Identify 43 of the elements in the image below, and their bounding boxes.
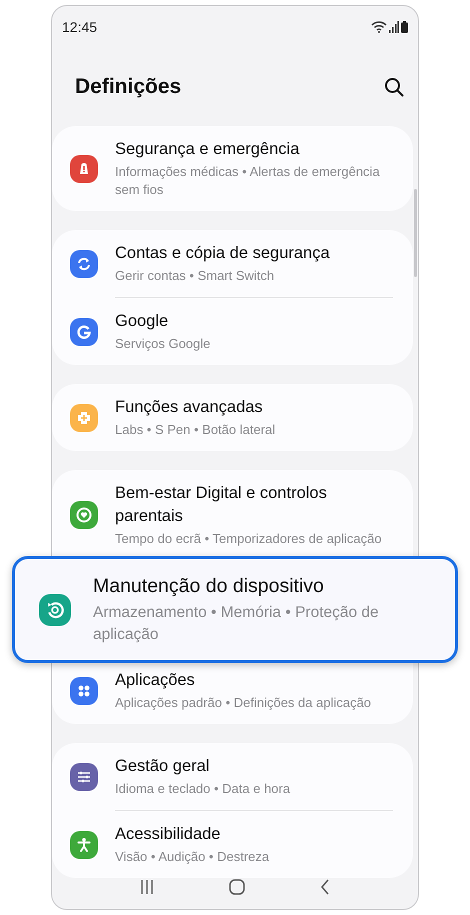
g-letter-icon <box>70 318 98 346</box>
item-title: Google <box>115 311 170 332</box>
highlighted-settings-item[interactable]: Manutenção do dispositivo Armazenamento • Memória • Proteção de aplicação <box>12 556 458 663</box>
item-title: Acessibilidade <box>115 824 222 845</box>
sliders-icon <box>70 762 98 790</box>
settings-item[interactable]: Contas e cópia de segurança Gerir contas • Smart Switch <box>52 230 413 297</box>
page-title: Definições <box>75 75 182 99</box>
item-subtitle: Armazenamento • Memória • Proteção de aplicação <box>93 603 380 645</box>
item-subtitle: Labs • S Pen • Botão lateral <box>115 421 276 439</box>
recent-apps-icon[interactable] <box>138 879 155 895</box>
settings-item[interactable]: Gestão geral Idioma e teclado • Data e hora <box>52 743 413 810</box>
signal-icon <box>389 21 399 33</box>
item-title: Funções avançadas <box>115 397 264 418</box>
battery-icon <box>401 21 408 33</box>
person-icon <box>70 830 98 858</box>
settings-item[interactable]: Acessibilidade Visão • Audição • Destreza <box>52 811 413 878</box>
item-title: Manutenção do dispositivo <box>93 574 325 599</box>
item-title: Bem-estar Digital e controlos parentais <box>115 483 328 527</box>
status-time: 12:45 <box>62 19 98 35</box>
grid-dots-icon <box>70 676 98 704</box>
search-icon[interactable] <box>382 75 406 99</box>
item-title: Contas e cópia de segurança <box>115 243 330 264</box>
item-title: Aplicações <box>115 670 196 691</box>
item-subtitle: Visão • Audição • Destreza <box>115 848 270 866</box>
settings-item[interactable]: Segurança e emergência Informações médicas • Alertas de emergência sem fios <box>52 126 413 211</box>
item-subtitle: Idioma e teclado • Data e hora <box>115 780 290 798</box>
back-icon[interactable] <box>319 879 332 895</box>
item-subtitle: Aplicações padrão • Definições da aplicação <box>115 694 372 712</box>
puzzle-icon <box>70 404 98 432</box>
item-title: Gestão geral <box>115 756 210 777</box>
sync-icon <box>70 250 98 278</box>
home-icon[interactable] <box>228 878 246 896</box>
refresh-icon <box>39 594 71 626</box>
item-subtitle: Tempo do ecrã • Temporizadores de aplicação <box>115 530 383 548</box>
alert-icon <box>70 154 98 182</box>
settings-item[interactable]: Funções avançadas Labs • S Pen • Botão lateral <box>52 384 413 451</box>
item-subtitle: Gerir contas • Smart Switch <box>115 267 276 285</box>
heart-ring-icon <box>70 501 98 529</box>
item-subtitle: Serviços Google <box>115 335 210 353</box>
item-title: Segurança e emergência <box>115 139 300 160</box>
item-subtitle: Informações médicas • Alertas de emergência sem fios <box>115 163 381 199</box>
settings-item[interactable]: Google Serviços Google <box>52 298 413 365</box>
wifi-icon <box>371 21 387 33</box>
